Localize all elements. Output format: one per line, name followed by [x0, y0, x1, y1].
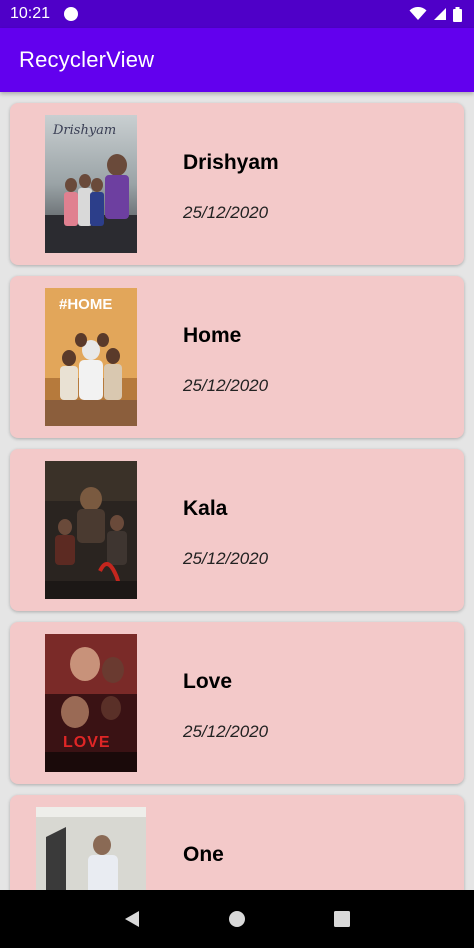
status-bar: 10:21: [0, 0, 474, 28]
movie-date: 25/12/2020: [183, 376, 269, 395]
app-title: RecyclerView: [19, 47, 155, 72]
movie-card[interactable]: Kala 25/12/2020: [10, 449, 464, 611]
status-icons: [409, 6, 462, 22]
movie-name: Love: [183, 670, 233, 693]
movie-name: Kala: [183, 497, 228, 520]
back-button[interactable]: [112, 899, 152, 939]
status-time: 10:21: [10, 5, 51, 22]
movie-card[interactable]: One: [10, 795, 464, 890]
movie-poster: [45, 461, 137, 599]
poster-title: #HOME: [59, 296, 113, 313]
movie-poster: LOVE: [45, 634, 137, 772]
movie-date: 25/12/2020: [183, 203, 269, 222]
navigation-bar: [0, 890, 474, 948]
movie-card[interactable]: #HOME Home 25/12/2020: [10, 276, 464, 438]
home-button[interactable]: [217, 899, 257, 939]
movie-name: Drishyam: [183, 151, 279, 174]
movie-name: Home: [183, 324, 242, 347]
notification-dot-icon: [64, 7, 79, 21]
poster-title: Drishyam: [53, 123, 117, 138]
movie-poster: Drishyam: [45, 115, 137, 253]
movie-name: One: [183, 843, 224, 866]
battery-icon: [453, 6, 462, 22]
signal-icon: [434, 8, 446, 20]
app-bar: RecyclerView: [0, 28, 474, 92]
movie-poster: [36, 807, 146, 890]
recents-icon: [333, 911, 350, 927]
recents-button[interactable]: [322, 899, 362, 939]
movie-date: 25/12/2020: [183, 722, 269, 741]
movie-card[interactable]: LOVE Love 25/12/2020: [10, 622, 464, 784]
movie-list[interactable]: Drishyam Drishyam 25/12/2020 #HOME Home: [0, 92, 474, 890]
movie-poster: #HOME: [45, 288, 137, 426]
back-icon: [125, 911, 140, 927]
movie-card[interactable]: Drishyam Drishyam 25/12/2020: [10, 103, 464, 265]
movie-date: 25/12/2020: [183, 549, 269, 568]
poster-title: LOVE: [63, 734, 111, 751]
home-icon: [228, 911, 245, 927]
wifi-icon: [409, 7, 427, 20]
